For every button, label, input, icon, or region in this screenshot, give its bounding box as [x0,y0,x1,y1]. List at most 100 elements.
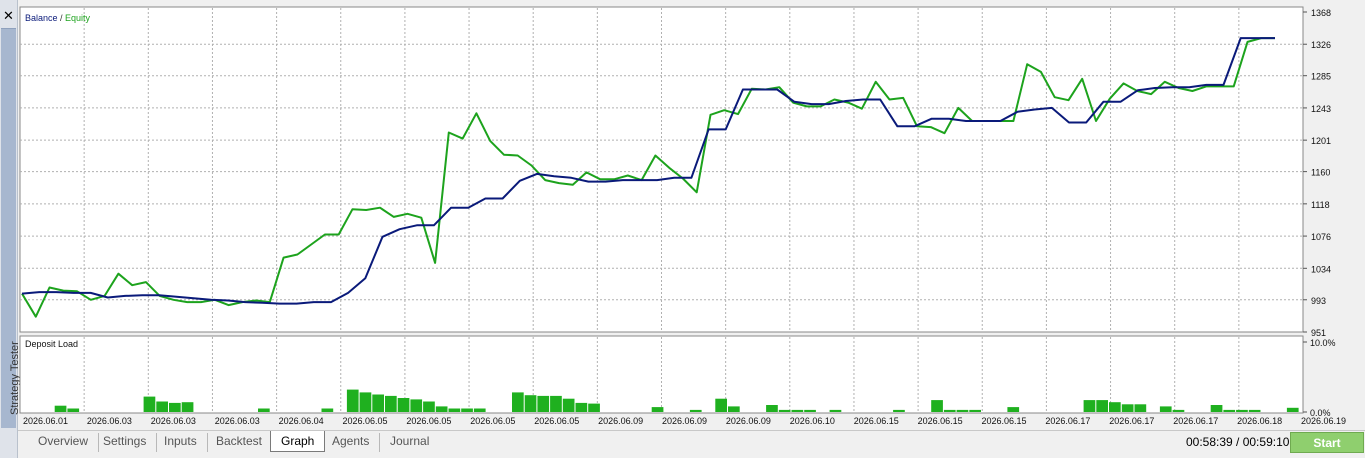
x-tick-label: 2026.06.18 [1237,416,1282,426]
x-tick-label: 2026.06.03 [215,416,260,426]
strategy-tester-panel: ✕ Strategy Tester Balance / Equity 1368 1… [0,0,1365,458]
start-button[interactable]: Start [1290,432,1364,453]
x-tick-label: 2026.06.15 [982,416,1027,426]
deposit-load-bar [169,402,181,412]
side-panel-title: Strategy Tester [0,305,21,415]
x-tick-label: 2026.06.05 [470,416,515,426]
deposit-load-chart: Deposit Load 10.0%0.0% [19,335,1336,418]
deposit-load-bar [435,406,448,412]
deposit-load-bar [461,408,473,412]
x-tick-label: 2026.06.17 [1173,416,1218,426]
y-tick-label: 1034 [1311,264,1331,274]
y-tick-label: 1368 [1311,8,1331,18]
side-panel: ✕ Strategy Tester [0,0,21,458]
deposit-load-bar [143,396,156,412]
sub-y-tick-label: 10.0% [1310,338,1336,348]
sub-y-axis: 10.0%0.0% [1303,338,1336,418]
deposit-load-bar [969,409,981,412]
tab-journal[interactable]: Journal [380,433,439,452]
deposit-load-bar [258,408,270,412]
deposit-load-bar [423,401,435,412]
tab-settings[interactable]: Settings [93,433,158,452]
close-icon[interactable]: ✕ [1,8,16,23]
deposit-load-bar [156,401,168,412]
x-tick-label: 2026.06.05 [406,416,451,426]
deposit-load-bar [575,402,588,412]
deposit-load-bar [1286,407,1299,412]
deposit-load-bar [537,395,550,412]
x-tick-label: 2026.06.15 [854,416,899,426]
deposit-load-bar [1121,404,1134,412]
main-y-axis: 1368 1326 1285 1243 1201 1160 1118 1076 1034 993 9… [1303,8,1331,338]
x-tick-label: 2026.06.17 [1109,416,1154,426]
tab-graph[interactable]: Graph [270,431,326,452]
legend-balance: Balance [25,13,58,23]
deposit-load-bar [321,408,334,412]
balance-equity-chart: Balance / Equity 1368 1326 1285 1243 1201 116… [19,6,1331,338]
y-tick-label: 1201 [1311,136,1331,146]
x-tick-label: 2026.06.01 [23,416,68,426]
legend-separator: / [58,13,66,23]
deposit-load-bar [372,394,384,412]
deposit-load-bar [791,409,804,412]
x-tick-label: 2026.06.09 [726,416,771,426]
y-tick-label: 1285 [1311,72,1331,82]
tab-inputs[interactable]: Inputs [154,433,208,452]
x-tick-label: 2026.06.19 [1301,416,1346,426]
deposit-load-bar [829,409,842,412]
deposit-load-bar [893,409,905,412]
y-tick-label: 1326 [1311,40,1331,50]
deposit-load-bar [512,392,524,412]
y-tick-label: 993 [1311,296,1326,306]
tab-agents[interactable]: Agents [322,433,381,452]
deposit-load-label: Deposit Load [25,339,78,349]
deposit-load-bar [1223,409,1236,412]
deposit-load-bar [385,395,397,412]
deposit-load-bar [67,408,80,412]
deposit-load-bar [588,403,600,412]
deposit-load-bar [473,408,486,412]
deposit-load-bar [54,405,67,412]
x-tick-label: 2026.06.09 [662,416,707,426]
deposit-load-bar [1210,405,1223,412]
deposit-load-bar [562,398,575,412]
deposit-load-bar [346,389,359,412]
deposit-load-bar [359,392,372,412]
x-tick-label: 2026.06.05 [343,416,388,426]
deposit-load-bar [943,409,956,412]
x-tick-label: 2026.06.05 [534,416,579,426]
x-tick-label: 2026.06.03 [87,416,132,426]
tab-overview[interactable]: Overview [28,433,100,452]
y-tick-label: 1076 [1311,232,1331,242]
y-tick-label: 1160 [1311,168,1330,178]
deposit-load-bar [931,400,943,412]
y-tick-label: 951 [1311,328,1326,338]
x-tick-label: 2026.06.10 [790,416,835,426]
y-tick-label: 1243 [1311,104,1331,114]
deposit-load-bar [1096,400,1108,412]
y-tick-label: 1118 [1311,200,1330,210]
deposit-load-bar [1236,409,1248,412]
graph-area: Balance / Equity 1368 1326 1285 1243 1201 116… [19,6,1346,426]
x-tick-label: 2026.06.17 [1045,416,1090,426]
deposit-load-bar [651,407,664,412]
deposit-load-bar [689,409,702,412]
deposit-load-bar [1159,406,1172,412]
deposit-load-bar [956,409,969,412]
x-tick-label: 2026.06.04 [279,416,324,426]
deposit-load-bar [1248,409,1261,412]
deposit-load-bar [181,402,194,412]
deposit-load-bar [524,395,537,412]
deposit-load-bar [715,398,727,412]
deposit-load-bar [1134,404,1147,412]
deposit-load-bar [804,409,816,412]
deposit-load-bar [397,398,410,412]
elapsed-timer: 00:58:39 / 00:59:10 [1186,435,1290,449]
tab-backtest[interactable]: Backtest [206,433,272,452]
deposit-load-bar [448,408,461,412]
deposit-load-bar [778,409,791,412]
x-axis: 2026.06.01 2026.06.03 2026.06.03 2026.06.03… [23,416,1346,426]
deposit-load-bar [550,395,562,412]
deposit-load-bar [1083,400,1096,412]
tab-bar: Overview Settings Inputs Backtest Graph Agent… [18,430,1365,458]
